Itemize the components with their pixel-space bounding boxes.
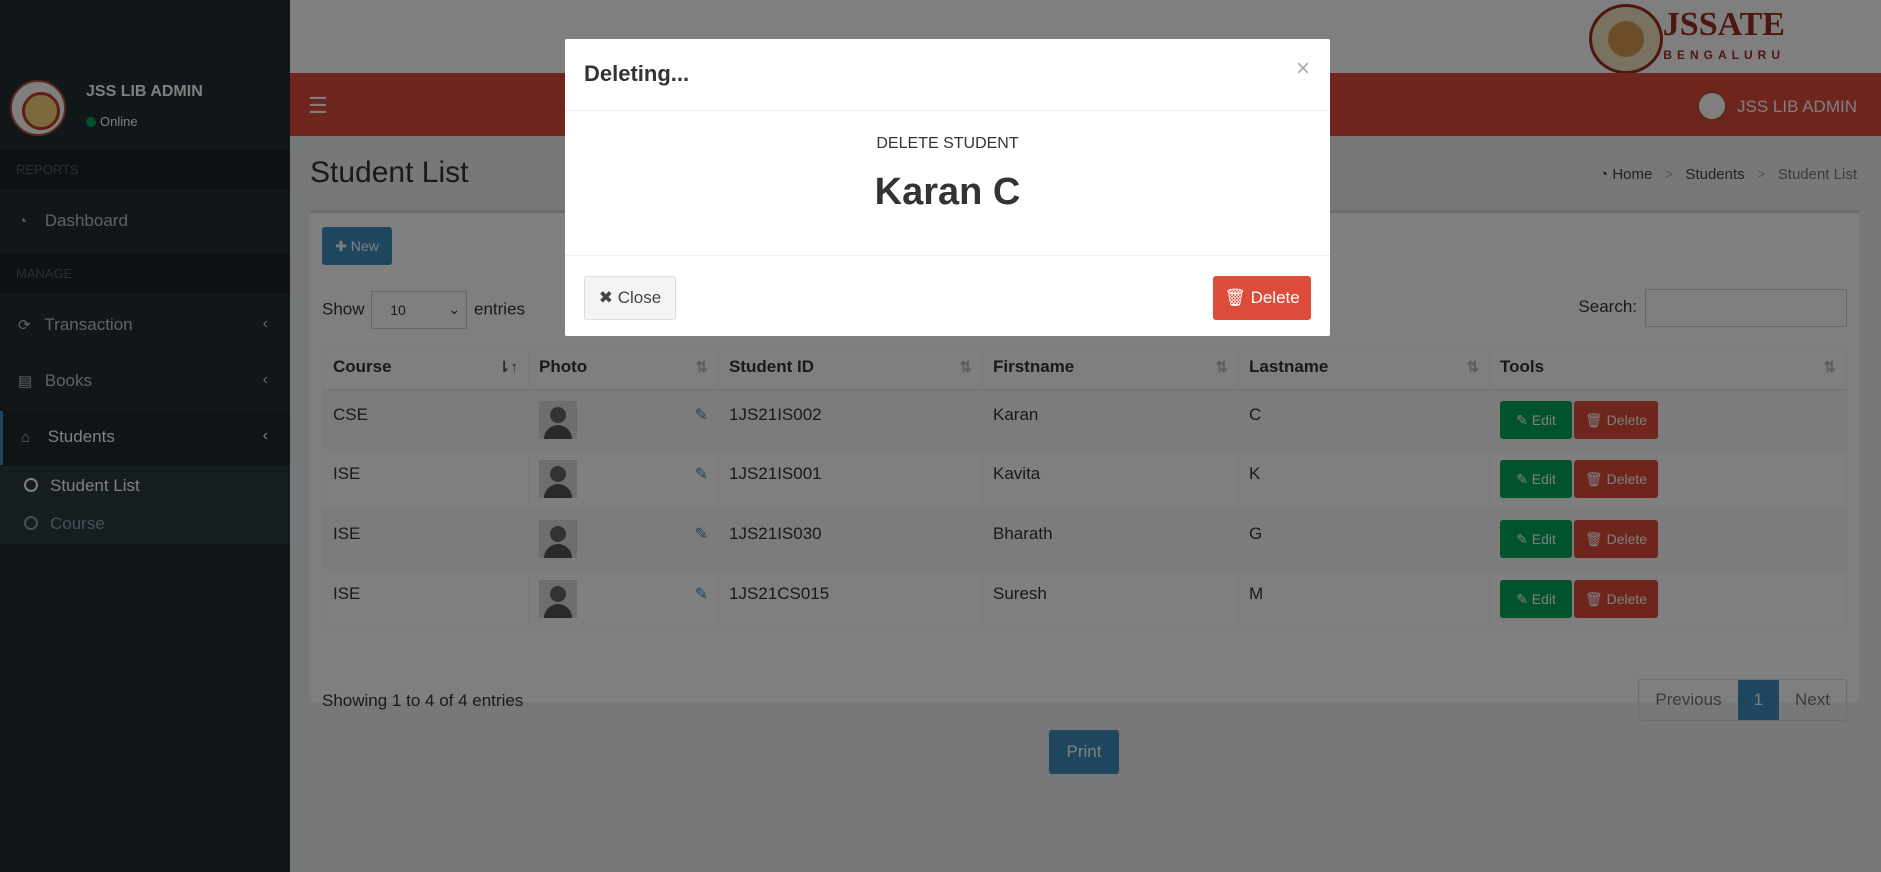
modal-footer: ✖ Close 🗑 Delete: [565, 256, 1330, 336]
modal-header: Deleting... ×: [565, 39, 1330, 111]
modal-title: Deleting...: [584, 61, 690, 86]
close-icon[interactable]: ×: [1296, 55, 1310, 83]
delete-button-label: Delete: [1250, 288, 1300, 307]
trash-icon: 🗑: [1224, 288, 1251, 307]
close-button-label: Close: [617, 288, 662, 307]
close-button[interactable]: ✖ Close: [584, 276, 676, 320]
modal-body: DELETE STUDENT Karan C: [565, 111, 1330, 256]
delete-modal: Deleting... × DELETE STUDENT Karan C ✖ C…: [565, 39, 1330, 336]
student-full-name: Karan C: [874, 171, 1021, 213]
close-x-icon: ✖: [598, 288, 618, 307]
modal-subtitle: DELETE STUDENT: [876, 135, 1019, 152]
confirm-delete-button[interactable]: 🗑 Delete: [1213, 276, 1311, 320]
